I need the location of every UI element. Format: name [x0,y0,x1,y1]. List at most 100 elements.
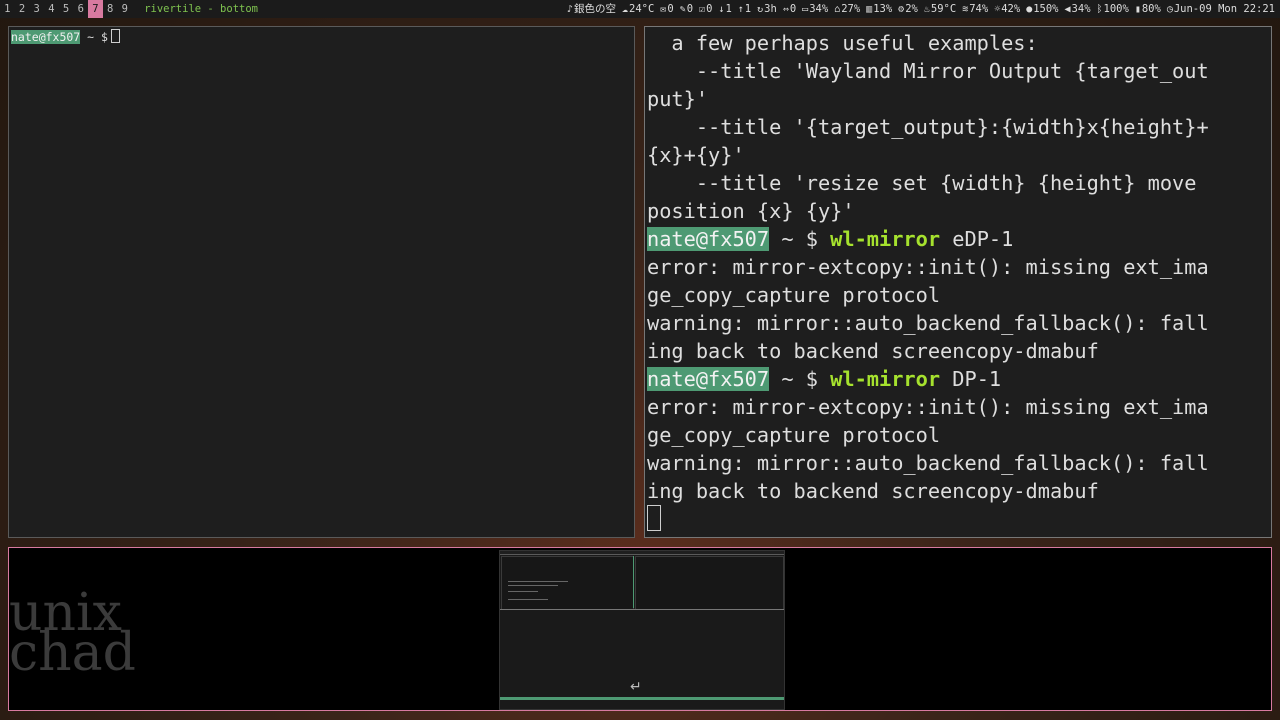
output-line: error: mirror-extcopy::init(): missing e… [647,255,1209,279]
tag-5[interactable]: 5 [59,0,74,18]
status-value: 100% [1103,3,1129,15]
mirrored-screen-preview: ↵ [499,550,785,710]
tag-2[interactable]: 2 [15,0,30,18]
cursor-line [647,505,1263,534]
usb-icon: ⇔ [782,4,789,15]
output-line: {x}+{y}' [647,143,745,167]
output-line: warning: mirror::auto_backend_fallback()… [647,451,1209,475]
status-value: 27% [841,3,861,15]
top-status-bar: 123456789 rivertile - bottom ♪銀色の空 ☁24°C ✉… [0,0,1280,18]
tag-6[interactable]: 6 [73,0,88,18]
status-mail: ✉0 [657,0,676,18]
prompt-path: ~ $ [80,30,108,44]
microphone-icon: ● [1026,4,1033,15]
status-value: 1 [725,3,732,15]
status-battery: ▮80% [1132,0,1164,18]
mini-text-line [508,585,558,586]
output-line: --title '{target_output}:{width}x{height… [647,115,1209,139]
mini-text-line [508,581,568,582]
clock-icon: ◷ [1166,4,1173,15]
prompt-line: nate@fx507 ~ $ wl-mirror DP-1 [647,365,1263,393]
status-bluetooth: ᛒ100% [1094,0,1132,18]
download-icon: ↓ [718,4,725,15]
tag-9[interactable]: 9 [118,0,133,18]
status-value: 24°C [629,3,655,15]
status-uptime: ↻3h [754,0,780,18]
tag-list: 123456789 [0,0,132,18]
bluetooth-icon: ᛒ [1096,4,1103,15]
output-line: --title 'resize set {width} {height} mov… [647,171,1197,195]
output-line: --title 'Wayland Mirror Output {target_o… [647,59,1209,83]
prompt-user: nate@fx507 [11,30,81,44]
status-value: 34% [1071,3,1091,15]
mirror-output-window[interactable]: unix chad ↵ [8,547,1272,711]
upload-icon: ↑ [737,4,744,15]
output-line: ge_copy_capture protocol [647,283,941,307]
status-cloud: ☁24°C [619,0,657,18]
tag-3[interactable]: 3 [29,0,44,18]
status-folder: ▭34% [799,0,831,18]
output-line: ge_copy_capture protocol [647,423,941,447]
mini-bottom-bar [500,697,784,700]
output-line: a few perhaps useful examples: [647,31,1038,55]
volume-icon: ◀ [1064,4,1071,15]
status-checkbox: ☑0 [696,0,715,18]
tag-4[interactable]: 4 [44,0,59,18]
prompt-path: ~ $ [769,227,831,251]
music-icon: ♪ [566,4,573,15]
status-clock: ◷Jun-09 Mon 22:21 [1164,0,1278,18]
output-line: ing back to backend screencopy-dmabuf [647,479,1099,503]
prompt-user: nate@fx507 [647,367,770,391]
command-name: wl-mirror [830,227,941,251]
status-value: 80% [1141,3,1161,15]
mini-divider [633,556,634,608]
brightness-icon: ☼ [994,4,1001,15]
terminal-right[interactable]: a few perhaps useful examples: --title '… [644,26,1272,538]
status-microphone: ●150% [1023,0,1061,18]
battery-icon: ▮ [1134,4,1141,15]
status-wifi: ≋74% [959,0,991,18]
mini-terminal-right [635,556,784,610]
watermark-line-2: chad [9,623,136,683]
tag-8[interactable]: 8 [103,0,118,18]
status-memory: ▥13% [863,0,895,18]
status-value: 34% [809,3,829,15]
shell-prompt: nate@fx507 ~ $ [11,29,120,44]
tag-7[interactable]: 7 [88,0,103,18]
status-value: 2% [905,3,918,15]
mini-text-line [508,599,548,600]
home-icon: ⌂ [834,4,841,15]
memory-icon: ▥ [866,4,873,15]
status-value: 13% [873,3,893,15]
mini-text-line [508,591,538,592]
status-usb: ⇔0 [780,0,799,18]
prompt-user: nate@fx507 [647,227,770,251]
text-cursor [647,505,661,531]
status-modules: ♪銀色の空 ☁24°C ✉0 ✎0 ☑0 ↓1 ↑1 ↻3h ⇔0 ▭34% ⌂27% ▥13% ⚙2%… [564,0,1278,18]
command-argument: eDP-1 [940,227,1014,251]
status-value: 74% [969,3,989,15]
unix-chad-watermark: unix chad [9,587,136,683]
prompt-path: ~ $ [769,367,831,391]
temperature-icon: ♨ [923,4,930,15]
status-value: 0 [686,3,694,15]
status-value: 42% [1001,3,1021,15]
status-value: Jun-09 Mon 22:21 [1173,3,1275,15]
mini-terminal-left [501,556,634,610]
command-name: wl-mirror [830,367,941,391]
status-value: 0 [789,3,797,15]
status-temperature: ♨59°C [921,0,959,18]
output-line: position {x} {y}' [647,199,855,223]
window-title: rivertile - bottom [144,3,258,15]
status-value: 150% [1033,3,1059,15]
output-line: error: mirror-extcopy::init(): missing e… [647,395,1209,419]
cloud-icon: ☁ [622,4,629,15]
chat-icon: ✎ [679,4,686,15]
mail-icon: ✉ [660,4,667,15]
prompt-line: nate@fx507 ~ $ wl-mirror eDP-1 [647,225,1263,253]
tag-1[interactable]: 1 [0,0,15,18]
terminal-left[interactable]: nate@fx507 ~ $ [8,26,635,538]
folder-icon: ▭ [802,4,809,15]
return-icon: ↵ [630,679,642,695]
status-download: ↓1 [715,0,734,18]
